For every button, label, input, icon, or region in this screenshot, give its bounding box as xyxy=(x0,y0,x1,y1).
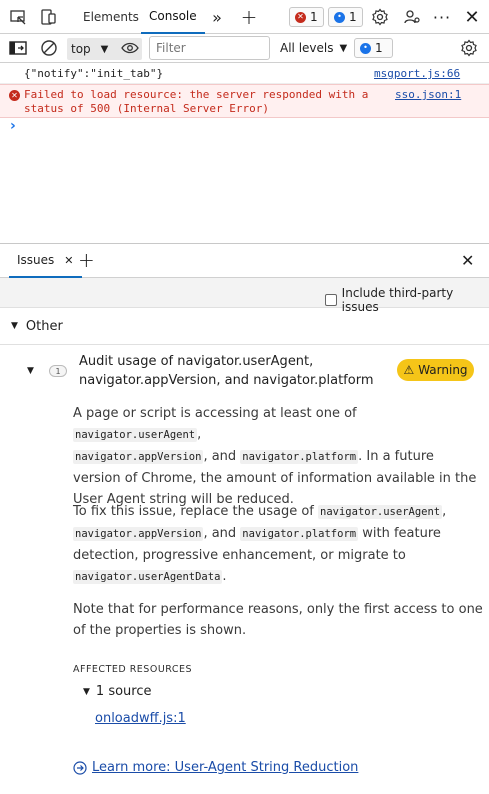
issue-count: 1 xyxy=(55,366,61,376)
text-span: , and xyxy=(203,449,241,464)
context-value: top xyxy=(71,42,91,56)
tab-issues-label: Issues xyxy=(17,253,55,267)
console-settings-gear-icon[interactable] xyxy=(459,38,479,58)
tab-console[interactable]: Console xyxy=(141,0,205,34)
tab-elements[interactable]: Elements xyxy=(75,0,147,34)
text-span: , xyxy=(442,504,447,519)
info-count: 1 xyxy=(349,10,357,24)
live-expression-eye-icon[interactable] xyxy=(120,38,140,58)
issue-title-line2: navigator.appVersion, and navigator.plat… xyxy=(79,373,374,388)
issues-count: 1 xyxy=(375,41,383,55)
warning-label: Warning xyxy=(418,363,468,377)
issues-count-badge[interactable]: • 1 xyxy=(354,38,393,58)
issues-category-header[interactable]: ▼ Other xyxy=(0,308,489,345)
close-drawer-icon[interactable]: ✕ xyxy=(461,251,474,270)
filter-input[interactable]: Filter xyxy=(149,36,270,60)
learn-more-text: Learn more: User-Agent String Reduction xyxy=(92,760,359,775)
toggle-sidebar-icon[interactable] xyxy=(8,38,28,58)
code-span: navigator.platform xyxy=(240,527,359,541)
levels-label: All levels xyxy=(280,41,334,55)
error-source-link[interactable]: sso.json:1 xyxy=(395,88,461,101)
code-span: navigator.userAgentData xyxy=(73,570,223,584)
code-span: navigator.appVersion xyxy=(73,527,204,541)
dropdown-arrow-icon: ▼ xyxy=(339,42,348,54)
issue-count-badge: 1 xyxy=(49,365,67,377)
issue-title-line1: Audit usage of navigator.userAgent, xyxy=(79,354,314,369)
log-text: {"notify":"init_tab"} xyxy=(24,67,164,80)
device-emulation-icon[interactable] xyxy=(39,7,59,27)
affected-resources-heading: AFFECTED RESOURCES xyxy=(73,664,193,675)
issue-title[interactable]: Audit usage of navigator.userAgent, navi… xyxy=(79,352,379,390)
info-badge[interactable]: • 1 xyxy=(328,7,363,27)
add-drawer-tab-plus-icon[interactable]: + xyxy=(78,248,95,272)
text-span: , and xyxy=(203,526,241,541)
message-icon: • xyxy=(334,11,345,23)
add-tab-plus-icon[interactable]: + xyxy=(239,5,259,29)
text-span: A page or script is accessing at least o… xyxy=(73,406,357,421)
code-span: navigator.userAgent xyxy=(318,505,443,519)
issues-toolbar: Include third-party issues xyxy=(0,278,489,314)
error-text-line1: Failed to load resource: the server resp… xyxy=(24,88,369,101)
error-icon: ✕ xyxy=(295,11,306,23)
category-label: Other xyxy=(25,318,63,334)
warning-triangle-icon: ⚠ xyxy=(403,363,415,377)
text-span: To fix this issue, replace the usage of xyxy=(73,504,319,519)
tab-console-label: Console xyxy=(149,9,197,23)
error-text: Failed to load resource: the server resp… xyxy=(24,88,368,116)
arrow-circle-icon xyxy=(73,760,87,775)
close-tab-icon[interactable]: ✕ xyxy=(64,254,73,267)
log-levels-dropdown[interactable]: All levels ▼ xyxy=(280,37,347,59)
code-span: navigator.platform xyxy=(240,450,359,464)
filter-placeholder: Filter xyxy=(156,41,186,55)
learn-more-link[interactable]: Learn more: User-Agent String Reduction xyxy=(73,760,358,775)
more-tabs-chevron-icon[interactable]: » xyxy=(207,7,227,27)
error-text-line2: status of 500 (Internal Server Error) xyxy=(24,102,270,115)
settings-gear-icon[interactable] xyxy=(370,7,390,27)
affected-resource-link[interactable]: onloadwff.js:1 xyxy=(95,711,186,726)
source-count: 1 source xyxy=(95,684,152,699)
text-span: , xyxy=(197,427,202,442)
log-source-link[interactable]: msgport.js:66 xyxy=(374,67,460,80)
drawer-tab-bar: Issues ✕ + ✕ xyxy=(0,243,489,278)
tab-issues[interactable]: Issues ✕ xyxy=(9,244,82,278)
inspect-element-icon[interactable] xyxy=(8,7,28,27)
expand-triangle-icon: ▼ xyxy=(83,686,90,697)
issue-icon: • xyxy=(360,42,371,54)
clear-console-icon[interactable] xyxy=(39,38,59,58)
errors-badge[interactable]: ✕ 1 xyxy=(289,7,324,27)
console-message-log: {"notify":"init_tab"} msgport.js:66 xyxy=(0,63,489,84)
affected-source-toggle[interactable]: ▼ 1 source xyxy=(83,684,152,699)
tab-elements-label: Elements xyxy=(83,10,139,24)
connected-devices-icon[interactable] xyxy=(402,7,422,27)
warning-badge: ⚠ Warning xyxy=(397,359,474,381)
error-icon: ✕ xyxy=(9,90,20,101)
console-prompt-icon[interactable]: › xyxy=(10,118,16,134)
expand-triangle-icon: ▼ xyxy=(11,321,18,331)
text-span: . xyxy=(222,569,227,584)
code-span: navigator.userAgent xyxy=(73,428,198,442)
console-message-error: ✕ Failed to load resource: the server re… xyxy=(0,84,489,118)
issue-description: A page or script is accessing at least o… xyxy=(73,403,483,510)
errors-count: 1 xyxy=(310,10,318,24)
close-devtools-icon[interactable]: ✕ xyxy=(462,7,482,28)
third-party-checkbox[interactable] xyxy=(325,294,337,306)
dropdown-arrow-icon: ▼ xyxy=(100,43,109,55)
issue-fix-description: To fix this issue, replace the usage of … xyxy=(73,501,483,588)
issue-expand-triangle-icon[interactable]: ▼ xyxy=(27,366,34,376)
issue-note: Note that for performance reasons, only … xyxy=(73,602,483,638)
more-options-icon[interactable]: ··· xyxy=(432,7,452,27)
code-span: navigator.appVersion xyxy=(73,450,204,464)
devtools-tab-bar: Elements Console » + ✕ 1 • 1 ··· ✕ xyxy=(0,0,489,34)
